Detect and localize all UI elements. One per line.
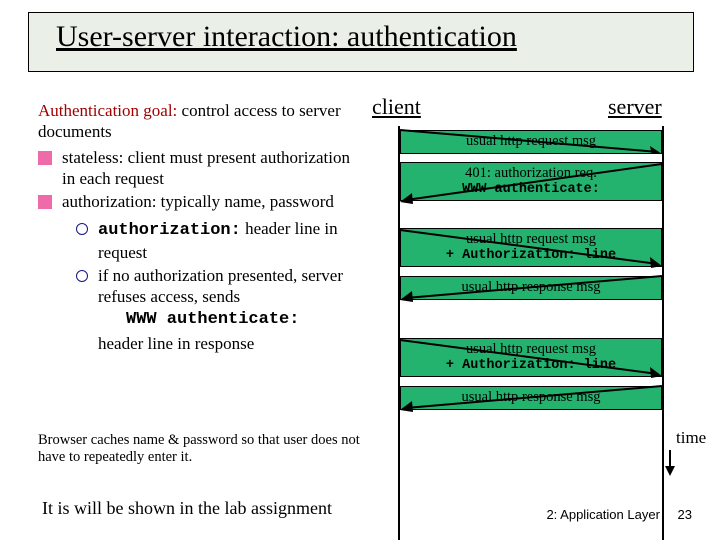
subbullet-auth-header-text: authorization: header line in request <box>98 218 358 263</box>
subbullet-www-auth-text: if no authorization presented, server re… <box>98 265 358 354</box>
square-bullet-icon <box>38 195 52 209</box>
server-heading: server <box>608 94 662 120</box>
arrow-right-icon <box>400 334 662 378</box>
bullet-authorization: authorization: typically name, password <box>38 191 358 212</box>
footer-section: 2: Application Layer <box>546 507 659 522</box>
bullet-authorization-text: authorization: typically name, password <box>62 191 358 212</box>
auth-goal: Authentication goal: control access to s… <box>38 100 358 143</box>
client-heading: client <box>372 94 421 120</box>
lab-note: It is will be shown in the lab assignmen… <box>42 498 332 519</box>
mono-authorization: authorization: <box>98 221 241 240</box>
mono-www-authenticate: WWW authenticate: <box>126 309 358 330</box>
auth-goal-label: Authentication goal: <box>38 101 177 120</box>
arrow-left-icon <box>400 382 662 412</box>
slide-footer: 2: Application Layer 23 <box>546 507 692 522</box>
arrow-right-icon <box>400 224 662 268</box>
time-arrow-icon <box>662 450 678 481</box>
slide-title: User-server interaction: authentication <box>56 20 517 54</box>
footer-page-number: 23 <box>678 507 692 522</box>
bullet-stateless-text: stateless: client must present authoriza… <box>62 147 358 190</box>
square-bullet-icon <box>38 151 52 165</box>
bullet-stateless: stateless: client must present authoriza… <box>38 147 358 190</box>
arrow-left-icon <box>400 272 662 302</box>
arrow-right-icon <box>400 124 662 154</box>
subbullet-auth-header: authorization: header line in request <box>76 218 358 263</box>
circle-bullet-icon <box>76 223 88 235</box>
subbullet-www-auth: if no authorization presented, server re… <box>76 265 358 354</box>
arrow-left-icon <box>400 160 662 204</box>
browser-caches-caption: Browser caches name & password so that u… <box>38 432 368 467</box>
time-label: time <box>676 428 706 448</box>
left-column: Authentication goal: control access to s… <box>38 100 358 356</box>
circle-bullet-icon <box>76 270 88 282</box>
